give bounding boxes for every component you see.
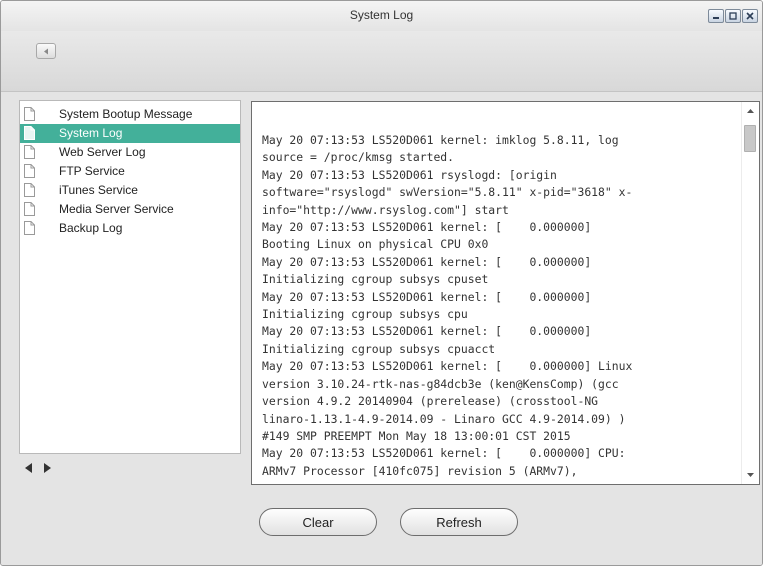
document-icon bbox=[24, 145, 35, 159]
scroll-thumb[interactable] bbox=[744, 125, 756, 152]
log-type-item[interactable]: System Bootup Message bbox=[20, 105, 240, 124]
log-type-label: Web Server Log bbox=[59, 145, 146, 159]
document-icon bbox=[24, 221, 35, 235]
log-type-label: Backup Log bbox=[59, 221, 123, 235]
log-type-item[interactable]: Backup Log bbox=[20, 219, 240, 238]
document-icon bbox=[24, 202, 35, 216]
log-type-label: System Bootup Message bbox=[59, 107, 193, 121]
close-icon bbox=[746, 12, 754, 20]
log-type-list: System Bootup Message System Log Web Serve… bbox=[20, 101, 240, 238]
minimize-icon bbox=[713, 17, 719, 19]
document-icon bbox=[24, 126, 35, 140]
minimize-button[interactable] bbox=[708, 9, 724, 23]
document-icon bbox=[24, 107, 35, 121]
document-icon bbox=[24, 183, 35, 197]
scroll-up-icon[interactable] bbox=[747, 109, 754, 113]
title-bar: System Log bbox=[1, 1, 762, 31]
arrow-left-icon[interactable] bbox=[23, 462, 34, 474]
log-type-label: FTP Service bbox=[59, 164, 125, 178]
clear-button[interactable]: Clear bbox=[259, 508, 377, 536]
log-type-item[interactable]: System Log bbox=[20, 124, 240, 143]
document-icon bbox=[24, 164, 35, 178]
content-area: System Bootup Message System Log Web Serve… bbox=[1, 92, 762, 565]
window-controls bbox=[708, 9, 758, 23]
close-button[interactable] bbox=[742, 9, 758, 23]
log-type-label: iTunes Service bbox=[59, 183, 138, 197]
arrow-right-icon[interactable] bbox=[42, 462, 53, 474]
log-type-item[interactable]: FTP Service bbox=[20, 162, 240, 181]
log-scrollbar[interactable] bbox=[741, 102, 759, 484]
log-type-label: Media Server Service bbox=[59, 202, 174, 216]
log-type-list-panel: System Bootup Message System Log Web Serve… bbox=[19, 100, 241, 454]
list-navigation bbox=[23, 462, 53, 474]
log-type-item[interactable]: Media Server Service bbox=[20, 200, 240, 219]
log-type-label: System Log bbox=[59, 126, 123, 140]
window-title: System Log bbox=[349, 8, 414, 22]
toolbar bbox=[1, 31, 762, 92]
back-button[interactable] bbox=[36, 43, 56, 59]
system-log-window: System Log System Bootup Message System L… bbox=[0, 0, 763, 566]
log-type-item[interactable]: Web Server Log bbox=[20, 143, 240, 162]
log-viewer[interactable]: May 20 07:13:53 LS520D061 kernel: imklog… bbox=[251, 101, 760, 485]
maximize-button[interactable] bbox=[725, 9, 741, 23]
log-type-item[interactable]: iTunes Service bbox=[20, 181, 240, 200]
scroll-down-icon[interactable] bbox=[747, 473, 754, 477]
maximize-icon bbox=[729, 12, 737, 20]
refresh-button[interactable]: Refresh bbox=[400, 508, 518, 536]
chevron-left-icon bbox=[44, 48, 48, 54]
log-content: May 20 07:13:53 LS520D061 kernel: imklog… bbox=[262, 133, 633, 478]
